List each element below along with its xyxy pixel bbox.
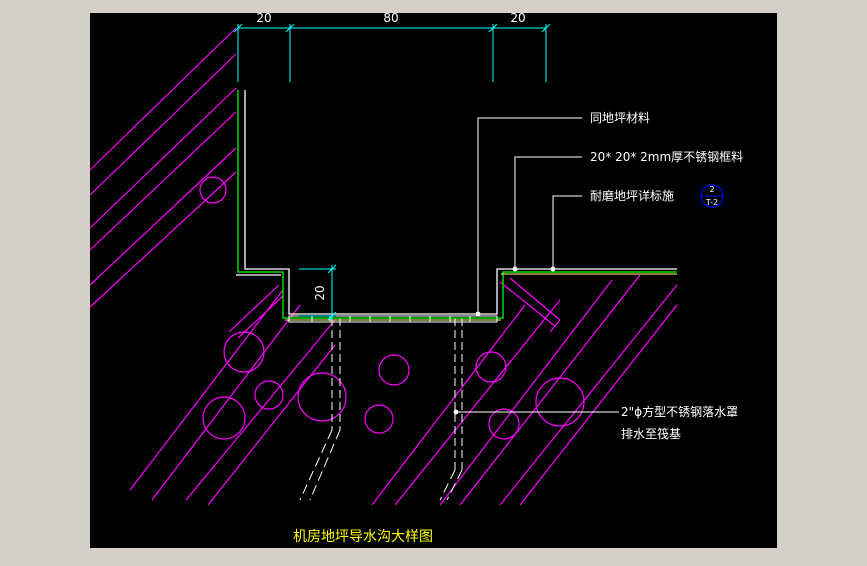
cad-viewport: 20 80 20 20 同地坪材料 20* 20* 2mm厚不锈钢框料 耐磨地坪…	[0, 0, 867, 562]
dim-top-left: 20	[256, 11, 271, 25]
callout-same-floor-material: 同地坪材料	[590, 111, 650, 125]
callout-steel-frame: 20* 20* 2mm厚不锈钢框料	[590, 150, 743, 164]
callout-wear-floor: 耐磨地坪详标施	[590, 188, 674, 203]
callout-dot-icon	[512, 266, 518, 272]
section-symbol-top: 2	[709, 185, 714, 194]
dim-top-mid: 80	[383, 11, 398, 25]
callout-dot-icon	[453, 409, 459, 415]
callout-drain-cover: 2"ϕ方型不锈钢落水罩	[621, 404, 738, 419]
callout-dot-icon	[475, 311, 481, 317]
drawing-title: 机房地坪导水沟大样图	[293, 529, 433, 545]
dim-side: 20	[313, 285, 327, 300]
callout-dot-icon	[550, 266, 556, 272]
drawing-svg: 20 80 20 20 同地坪材料 20* 20* 2mm厚不锈钢框料 耐磨地坪…	[89, 11, 777, 548]
callout-drain-to-raft: 排水至筏基	[621, 427, 681, 441]
section-symbol-bottom: T-2	[705, 198, 718, 207]
section-symbol-icon[interactable]: 2 T-2	[700, 184, 724, 208]
dim-top-right: 20	[510, 11, 525, 25]
model-space[interactable]	[90, 13, 777, 548]
